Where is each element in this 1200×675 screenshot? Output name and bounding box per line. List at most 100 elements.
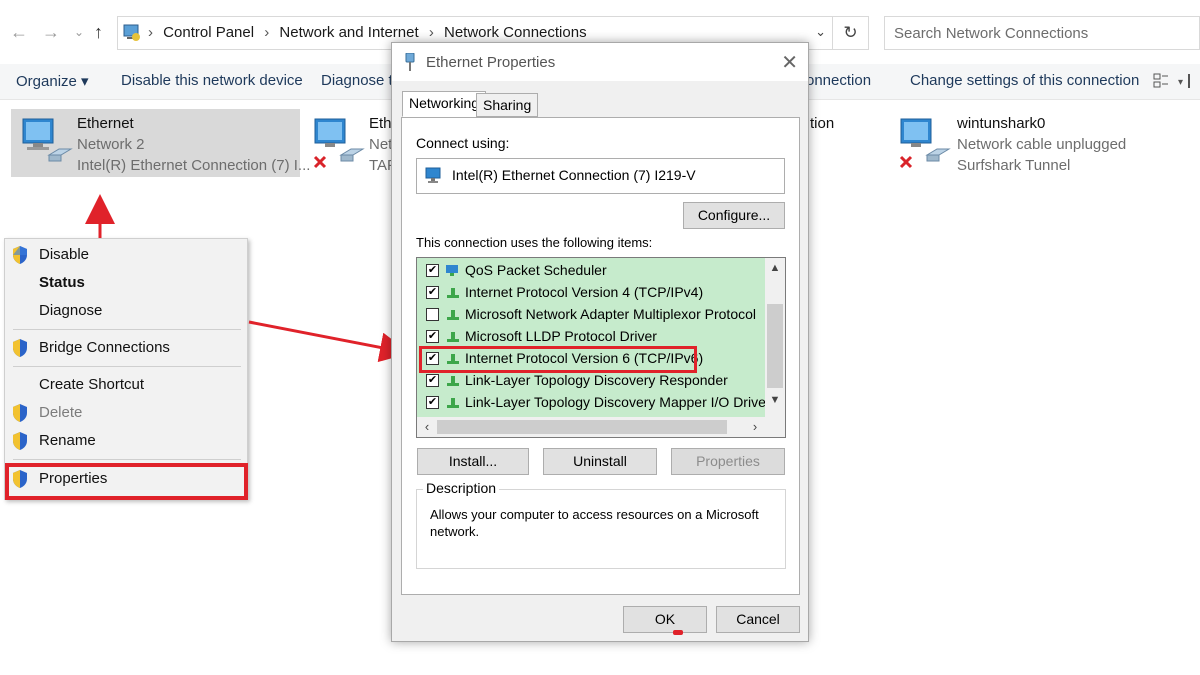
protocol-icon bbox=[447, 310, 459, 320]
scroll-left-icon[interactable]: ‹ bbox=[417, 417, 437, 437]
list-item-ipv4[interactable]: ✔ Internet Protocol Version 4 (TCP/IPv4) bbox=[417, 282, 763, 304]
list-item-lltd-responder[interactable]: ✔ Link-Layer Topology Discovery Responde… bbox=[417, 370, 763, 392]
disable-device-button[interactable]: Disable this network device bbox=[121, 72, 303, 89]
connection-adapter: Intel(R) Ethernet Connection (7) I... bbox=[77, 157, 311, 174]
tab-sharing[interactable]: Sharing bbox=[476, 93, 539, 117]
connection-name: Ethernet bbox=[77, 115, 134, 132]
diagnose-button[interactable]: Diagnose th bbox=[321, 72, 401, 89]
svg-text:▾: ▾ bbox=[1178, 77, 1183, 88]
connection-network: Network 2 bbox=[77, 136, 145, 153]
network-adapter-disconnected-icon bbox=[313, 118, 365, 169]
uac-shield-icon bbox=[13, 404, 27, 422]
breadcrumb-separator-icon: › bbox=[264, 24, 270, 41]
scrollbar-thumb[interactable] bbox=[437, 420, 727, 434]
list-item-lltd-mapper[interactable]: ✔ Link-Layer Topology Discovery Mapper I… bbox=[417, 392, 771, 414]
uninstall-button[interactable]: Uninstall bbox=[543, 448, 657, 475]
list-item-qos[interactable]: ✔ QoS Packet Scheduler bbox=[417, 260, 763, 282]
vertical-scrollbar[interactable]: ▲ ▼ bbox=[765, 258, 785, 418]
uac-shield-icon bbox=[13, 339, 27, 357]
breadcrumb-network-and-internet[interactable]: Network and Internet bbox=[279, 24, 418, 41]
item-checkbox[interactable] bbox=[426, 308, 439, 321]
forward-arrow-icon[interactable]: → bbox=[42, 22, 60, 42]
context-menu: Disable Status Diagnose Bridge Connectio… bbox=[4, 238, 248, 500]
change-settings-button[interactable]: Change settings of this connection bbox=[910, 72, 1139, 89]
menu-item-disable[interactable]: Disable bbox=[5, 242, 249, 268]
menu-item-bridge-connections[interactable]: Bridge Connections bbox=[5, 335, 249, 361]
connection-network: Network cable unplugged bbox=[957, 136, 1127, 153]
scroll-up-icon[interactable]: ▲ bbox=[765, 258, 785, 278]
breadcrumb-control-panel[interactable]: Control Panel bbox=[163, 24, 254, 41]
scrollbar-thumb[interactable] bbox=[767, 304, 783, 388]
wintunshark-connection-item[interactable]: wintunshark0 Network cable unplugged Sur… bbox=[889, 109, 1139, 177]
refresh-button[interactable]: ↻ bbox=[833, 16, 869, 50]
item-properties-button[interactable]: Properties bbox=[671, 448, 785, 475]
ethernet-connection-item[interactable]: Ethernet Network 2 Intel(R) Ethernet Con… bbox=[11, 109, 310, 177]
uac-shield-icon bbox=[13, 246, 27, 264]
protocol-icon bbox=[447, 398, 459, 408]
tab-networking[interactable]: Networking bbox=[402, 91, 487, 117]
connection-adapter: Surfshark Tunnel bbox=[957, 157, 1071, 174]
ethernet-properties-dialog: Ethernet Properties ✕ Networking Sharing… bbox=[391, 42, 809, 642]
network-card-icon bbox=[425, 167, 441, 183]
back-arrow-icon[interactable]: ← bbox=[10, 22, 28, 42]
items-label: This connection uses the following items… bbox=[416, 235, 653, 250]
horizontal-scrollbar[interactable]: ‹ › bbox=[417, 417, 785, 437]
qos-scheduler-icon bbox=[446, 265, 458, 276]
connection-name: tion bbox=[810, 115, 835, 132]
recent-locations-icon[interactable]: ⌄ bbox=[74, 22, 84, 42]
ethernet-plug-icon bbox=[405, 53, 415, 71]
network-adapter-icon bbox=[22, 118, 73, 162]
list-item-multiplexor[interactable]: Microsoft Network Adapter Multiplexor Pr… bbox=[417, 304, 763, 326]
breadcrumb-network-connections[interactable]: Network Connections bbox=[444, 24, 587, 41]
description-title: Description bbox=[423, 480, 500, 496]
protocol-icon bbox=[447, 332, 459, 342]
menu-item-status[interactable]: Status bbox=[5, 270, 249, 296]
item-checkbox[interactable]: ✔ bbox=[426, 264, 439, 277]
network-adapter-disconnected-icon bbox=[899, 118, 951, 169]
description-text: Allows your computer to access resources… bbox=[430, 507, 759, 539]
menu-item-rename[interactable]: Rename bbox=[5, 428, 249, 454]
view-options-icon[interactable]: ▾ bbox=[1152, 71, 1192, 91]
up-arrow-icon[interactable]: ↑ bbox=[94, 22, 103, 42]
chevron-down-icon[interactable]: ⌄ bbox=[815, 24, 826, 40]
properties-highlight-annotation bbox=[5, 463, 248, 500]
item-checkbox[interactable]: ✔ bbox=[426, 374, 439, 387]
breadcrumb-separator-icon: › bbox=[428, 24, 434, 41]
menu-item-diagnose[interactable]: Diagnose bbox=[5, 298, 249, 324]
connect-using-label: Connect using: bbox=[416, 135, 510, 151]
protocol-icon bbox=[447, 288, 459, 298]
adapter-field: Intel(R) Ethernet Connection (7) I219-V bbox=[416, 158, 785, 194]
scroll-down-icon[interactable]: ▼ bbox=[765, 390, 785, 410]
menu-divider bbox=[13, 459, 241, 460]
protocol-icon bbox=[447, 376, 459, 386]
menu-divider bbox=[13, 366, 241, 367]
control-panel-icon bbox=[123, 24, 140, 41]
ok-annotation-mark bbox=[673, 630, 683, 635]
dialog-titlebar[interactable]: Ethernet Properties ✕ bbox=[392, 43, 808, 81]
menu-divider bbox=[13, 329, 241, 330]
adapter-name: Intel(R) Ethernet Connection (7) I219-V bbox=[452, 167, 696, 183]
scroll-right-icon[interactable]: › bbox=[745, 417, 765, 437]
menu-item-create-shortcut[interactable]: Create Shortcut bbox=[5, 372, 249, 398]
configure-button[interactable]: Configure... bbox=[683, 202, 785, 229]
rename-connection-button[interactable]: onnection bbox=[806, 72, 871, 89]
ok-button[interactable]: OK bbox=[623, 606, 707, 633]
item-checkbox[interactable]: ✔ bbox=[426, 286, 439, 299]
arrow-to-ipv6 bbox=[248, 320, 410, 363]
item-checkbox[interactable]: ✔ bbox=[426, 330, 439, 343]
description-group: Description Allows your computer to acce… bbox=[416, 480, 786, 569]
dialog-title: Ethernet Properties bbox=[426, 54, 556, 71]
close-icon[interactable]: ✕ bbox=[781, 50, 798, 75]
install-button[interactable]: Install... bbox=[417, 448, 529, 475]
organize-menu[interactable]: Organize ▾ bbox=[16, 72, 89, 90]
connection-name: wintunshark0 bbox=[957, 115, 1046, 132]
ipv6-highlight-annotation bbox=[419, 346, 697, 373]
uac-shield-icon bbox=[13, 432, 27, 450]
list-item-lldp[interactable]: ✔ Microsoft LLDP Protocol Driver bbox=[417, 326, 763, 348]
breadcrumb-separator-icon: › bbox=[148, 24, 153, 41]
tap-connection-item[interactable]: Eth Net TAP bbox=[303, 109, 397, 177]
menu-item-delete[interactable]: Delete bbox=[5, 400, 249, 426]
cancel-button[interactable]: Cancel bbox=[716, 606, 800, 633]
search-input[interactable]: Search Network Connections bbox=[884, 16, 1200, 50]
item-checkbox[interactable]: ✔ bbox=[426, 396, 439, 409]
